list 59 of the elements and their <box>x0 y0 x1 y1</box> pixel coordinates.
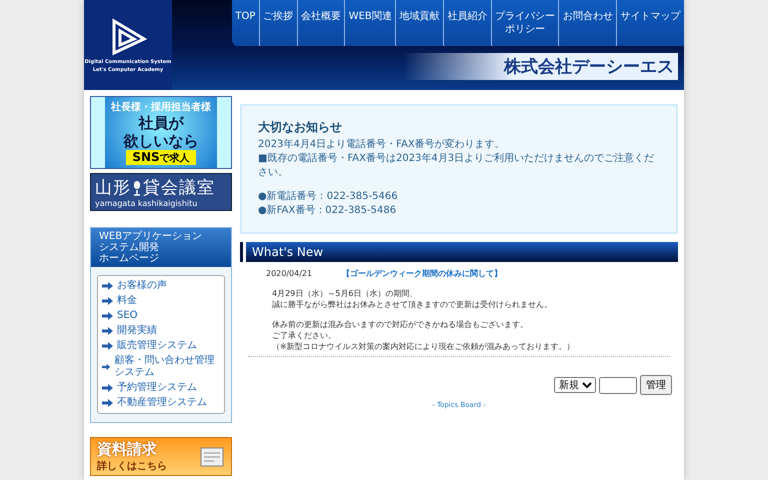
admin-button[interactable]: 管理 <box>640 375 672 395</box>
nav-link[interactable]: 地域貢献 <box>395 0 443 46</box>
nav-link[interactable]: プライバシー ポリシー <box>490 0 558 46</box>
banner-title: 山形 <box>95 177 131 199</box>
arrow-icon <box>102 327 113 335</box>
notice-title: 大切なお知らせ <box>258 120 343 134</box>
arrow-icon <box>102 399 113 407</box>
post-text: 4月29日（水）～5月6日（水）の期間、 <box>272 288 418 299</box>
notice-text: 2023年4月4日より電話番号・FAX番号が変わります。 <box>258 138 506 152</box>
post-date: 2020/04/21 <box>266 268 312 279</box>
arrow-icon <box>102 342 113 350</box>
banner-subtitle: 詳しくはこちら <box>97 460 167 473</box>
banner-title: 貸会議室 <box>143 177 215 199</box>
banner-caption: 社長様・採用担当者様 <box>111 100 211 114</box>
password-field[interactable] <box>599 376 637 394</box>
notice-text: ●新電話番号：022-385-5466 <box>258 190 399 204</box>
arrow-icon <box>102 363 110 371</box>
nav-link[interactable]: ご挨拶 <box>258 0 297 46</box>
banner-title: 資料請求 <box>97 440 158 459</box>
banner-subtitle: yamagata kashikaigishitu <box>95 199 198 208</box>
brochure-banner[interactable]: 資料請求 詳しくはこちら <box>90 437 232 476</box>
microphone-icon <box>131 180 143 196</box>
menu-link[interactable]: 予約管理システム <box>102 382 220 394</box>
menu-link[interactable]: SEO <box>102 310 220 322</box>
menu-heading: ホームページ <box>99 253 160 264</box>
post-text: 誠に勝手ながら弊社はお休みとさせて頂きますので更新は受付けられません。 <box>272 299 553 310</box>
arrow-icon <box>102 282 113 290</box>
menu-link[interactable]: 販売管理システム <box>102 340 220 352</box>
mode-select[interactable]: 新規 <box>554 377 596 393</box>
banner-headline: 欲しいなら <box>124 132 198 150</box>
menu-heading: WEBアプリケーション <box>99 231 204 242</box>
nav-link[interactable]: 社員紹介 <box>442 0 491 46</box>
nav-link[interactable]: WEB関連 <box>344 0 396 46</box>
arrow-icon <box>102 384 113 392</box>
post-title-link[interactable]: 【ゴールデンウィーク期間の休みに関して】 <box>342 268 502 279</box>
nav-link[interactable]: お問合わせ <box>558 0 616 46</box>
menu-link[interactable]: 不動産管理システム <box>102 397 220 409</box>
nav-link[interactable]: 会社概要 <box>296 0 344 46</box>
recruit-banner[interactable]: 社長様・採用担当者様 社員が 欲しいなら SNSで求人 <box>90 96 232 169</box>
banner-headline: 社員が <box>138 114 184 132</box>
section-header: What's New <box>243 242 678 262</box>
company-name: 株式会社デーシーエス <box>404 53 678 80</box>
menu-link[interactable]: お客様の声 <box>102 280 220 292</box>
menu-link[interactable]: 顧客・問い合わせ管理システム <box>102 355 220 379</box>
post-text: 休み前の更新は混み合いますので対応ができかねる場合もございます。 <box>272 319 529 330</box>
post-text: ご了承ください。 <box>272 330 337 341</box>
meeting-room-banner[interactable]: 山形 貸会議室 yamagata kashikaigishitu <box>90 173 232 211</box>
banner-tagline: SNSで求人 <box>126 150 196 165</box>
arrow-icon <box>102 297 113 305</box>
nav-link[interactable]: サイトマップ <box>616 0 684 46</box>
menu-link[interactable]: 開発実績 <box>102 325 220 337</box>
notice-text: ●新FAX番号：022-385-5486 <box>258 204 398 218</box>
menu-heading: システム開発 <box>99 242 160 253</box>
arrow-icon <box>102 312 113 320</box>
post-text: （※新型コロナウイルス対策の案内対応により現在ご依頼が混みあっております。） <box>272 341 576 352</box>
document-icon <box>199 446 225 468</box>
notice-text: ■既存の電話番号・FAX番号は2023年4月3日よりご利用いただけませんのでご注意ください。 <box>258 152 656 180</box>
menu-link[interactable]: 料金 <box>102 295 220 307</box>
nav-link[interactable]: TOP <box>232 0 259 46</box>
